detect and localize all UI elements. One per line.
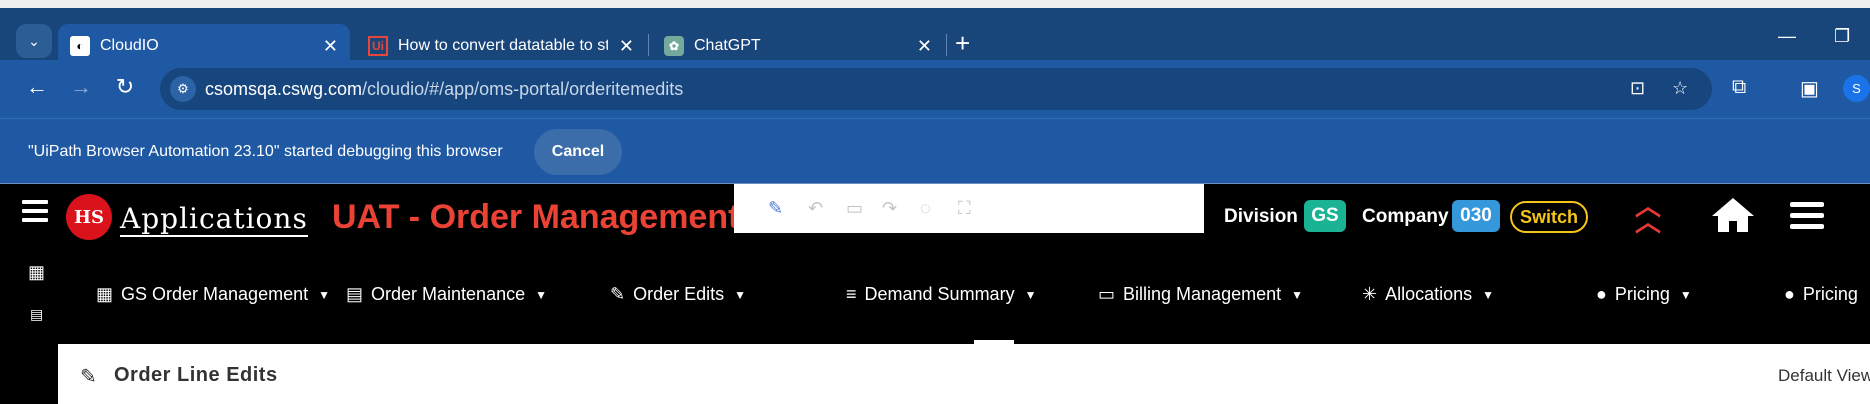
sidebar-menu-icon[interactable]	[22, 200, 48, 227]
tab-search-button[interactable]: ⌄	[16, 24, 52, 58]
menu-label: Pricing	[1802, 284, 1858, 304]
caret-down-icon: ▼	[1482, 287, 1495, 302]
forward-arrow-icon[interactable]: →	[66, 74, 96, 100]
app-header: HS Applications UAT - Order Management ✎…	[0, 184, 1870, 344]
bookmark-star-icon[interactable]: ☆	[1672, 78, 1688, 99]
caret-down-icon: ▼	[535, 287, 547, 302]
menu-label: Billing Management	[1123, 284, 1282, 304]
save-icon[interactable]: ▭	[846, 198, 863, 219]
hide-icon[interactable]: ◌	[920, 198, 931, 219]
menu-allocations[interactable]: ✳ Allocations ▼	[1362, 284, 1494, 305]
new-tab-icon[interactable]: +	[955, 28, 970, 59]
url-host: csomsqa.cswg.com	[205, 79, 363, 99]
cloudio-icon: ◐	[70, 36, 90, 56]
undo-icon[interactable]: ↶	[808, 198, 823, 219]
chatgpt-icon: ✿	[664, 36, 684, 56]
url-path: /cloudio/#/app/oms-portal/orderitemedits	[362, 79, 684, 99]
install-app-icon[interactable]: ⊡	[1630, 78, 1645, 99]
infobar-message: "UiPath Browser Automation 23.10" starte…	[28, 143, 503, 160]
billing-icon: ▭	[1098, 284, 1116, 304]
id-card-icon: ▤	[346, 284, 364, 304]
edit-icon: ✎	[80, 366, 97, 388]
restore-icon[interactable]: ❐	[1834, 26, 1850, 47]
menu-order-edits[interactable]: ✎ Order Edits ▼	[610, 284, 746, 305]
fullscreen-icon[interactable]: ⛶	[958, 198, 971, 219]
page-content: ✎ Order Line Edits Default View	[58, 344, 1870, 404]
caret-down-icon: ▼	[1024, 287, 1037, 302]
division-label: Division	[1224, 206, 1298, 227]
edit-icon: ✎	[610, 284, 626, 304]
menu-label: Demand Summary	[864, 284, 1015, 304]
sidebar	[0, 344, 58, 404]
menu-label: Order Maintenance	[371, 284, 526, 304]
profile-avatar[interactable]: S	[1843, 75, 1870, 102]
menu-label: GS Order Management	[121, 284, 309, 304]
close-icon[interactable]: ✕	[917, 36, 932, 57]
home-icon[interactable]	[1710, 196, 1756, 239]
edit-icon[interactable]: ✎	[768, 198, 783, 219]
app-title: UAT - Order Management	[332, 198, 740, 236]
division-badge: GS	[1304, 200, 1346, 232]
extensions-icon[interactable]: ⧉	[1732, 76, 1746, 99]
company-logo: HS	[66, 194, 112, 240]
switch-button[interactable]: Switch	[1510, 201, 1588, 233]
menu-label: Order Edits	[633, 284, 725, 304]
company-badge: 030	[1452, 200, 1500, 232]
menu-pricing-2[interactable]: ● Pricing	[1784, 284, 1858, 305]
tab-separator	[648, 34, 649, 56]
caret-down-icon: ▼	[734, 287, 747, 302]
redo-icon[interactable]: ↷	[882, 198, 897, 219]
browser-tabstrip: ⌄ ◐ CloudIO ✕ Ui How to convert datatabl…	[0, 0, 1870, 68]
menu-label: Allocations	[1385, 284, 1473, 304]
caret-down-icon: ▼	[1679, 287, 1692, 302]
back-arrow-icon[interactable]: ←	[22, 74, 52, 100]
menu-pricing[interactable]: ● Pricing ▼	[1596, 284, 1692, 305]
list-icon: ≡	[846, 284, 857, 304]
menu-icon[interactable]	[1790, 202, 1824, 235]
browser-toolbar: ← → ↻ ⚙ csomsqa.cswg.com/cloudio/#/app/o…	[0, 60, 1870, 118]
dollar-icon: ●	[1784, 284, 1795, 304]
caret-down-icon: ▼	[318, 287, 330, 302]
uipath-icon: Ui	[368, 36, 388, 56]
close-icon[interactable]: ✕	[323, 36, 338, 57]
site-settings-icon[interactable]: ⚙	[170, 76, 196, 102]
address-bar[interactable]: ⚙ csomsqa.cswg.com/cloudio/#/app/oms-por…	[160, 68, 1712, 110]
menu-label: Pricing	[1614, 284, 1670, 304]
minimize-icon[interactable]: —	[1778, 26, 1796, 47]
main-menu: ▦ GS Order Management ▼ ▤ Order Maintena…	[0, 268, 1870, 320]
tab-title: ChatGPT	[694, 37, 761, 54]
page-title: Order Line Edits	[114, 364, 278, 386]
dollar-icon: ●	[1596, 284, 1607, 304]
menu-gs-order-management[interactable]: ▦ GS Order Management ▼	[96, 284, 330, 305]
tab-title: How to convert datatable to stri	[398, 37, 608, 54]
caret-down-icon: ▼	[1291, 287, 1303, 302]
debugging-infobar: "UiPath Browser Automation 23.10" starte…	[0, 118, 1870, 184]
tab-separator	[946, 34, 947, 56]
reload-icon[interactable]: ↻	[110, 74, 140, 100]
grid-icon: ▦	[96, 284, 114, 304]
edit-toolbar: ✎ ↶ ▭ ↷ ◌ ⛶	[734, 184, 1204, 233]
chevron-down-icon: ⌄	[28, 32, 40, 49]
side-panel-icon[interactable]: ▣	[1800, 76, 1819, 101]
menu-billing-management[interactable]: ▭ Billing Management ▼	[1098, 284, 1303, 305]
menu-order-maintenance[interactable]: ▤ Order Maintenance ▼	[346, 284, 547, 305]
logo-text: Applications	[120, 202, 308, 237]
company-label: Company	[1362, 206, 1449, 227]
view-selector[interactable]: Default View	[1778, 366, 1870, 386]
close-icon[interactable]: ✕	[619, 36, 634, 57]
cancel-button[interactable]: Cancel	[534, 129, 622, 175]
url-text[interactable]: csomsqa.cswg.com/cloudio/#/app/oms-porta…	[205, 79, 683, 100]
menu-demand-summary[interactable]: ≡ Demand Summary ▼	[846, 284, 1036, 305]
asterisk-icon: ✳	[1362, 284, 1378, 304]
double-chevron-up-icon[interactable]: ︿ ︿	[1635, 193, 1661, 235]
tab-title: CloudIO	[100, 37, 159, 54]
